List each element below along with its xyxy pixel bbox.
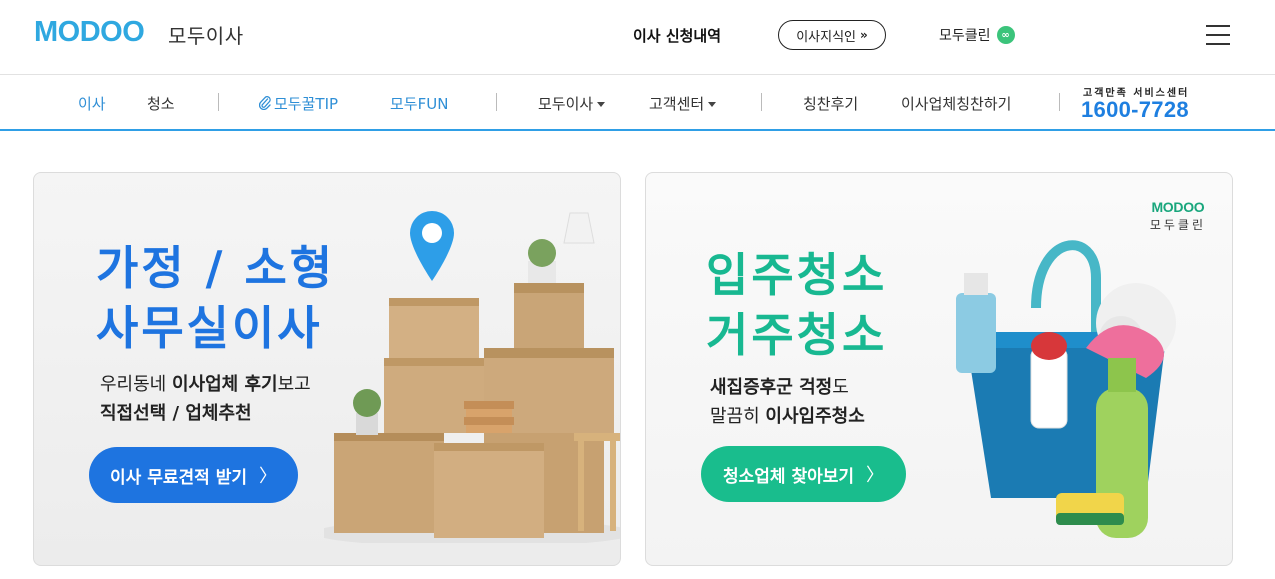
free-moving-quote-label: 이사 무료견적 받기: [110, 467, 247, 488]
moving-knowledge-button[interactable]: 이사지식인 »: [778, 20, 886, 50]
cleaning-desc-bold: 이사입주청소: [765, 406, 865, 427]
nav-item-tips[interactable]: 모두꿀TIP: [259, 93, 338, 114]
cleaning-desc-text: 말끔히: [710, 406, 766, 427]
modoo-clean-link[interactable]: 모두클린 ∞: [939, 25, 1015, 45]
moving-headline-line1: 가정 / 소형: [96, 241, 336, 295]
moving-desc-text: 보고: [277, 374, 311, 395]
moving-desc-line2: 직접선택 / 업체추천: [100, 403, 252, 424]
find-cleaning-company-button[interactable]: 청소업체 찾아보기 〉: [701, 446, 906, 502]
moving-banner-card[interactable]: 가정 / 소형 사무실이사 우리동네 이사업체 후기보고 직접선택 / 업체추천…: [33, 172, 621, 566]
modoo-clean-label: 모두클린: [939, 28, 991, 44]
double-chevron-icon: »: [860, 28, 868, 42]
infinity-icon: ∞: [996, 26, 1015, 44]
nav-dropdown-label: 고객센터: [649, 95, 705, 113]
menu-line: [1206, 34, 1230, 36]
logo-subtitle[interactable]: 모두이사: [168, 20, 244, 49]
moving-description: 우리동네 이사업체 후기보고 직접선택 / 업체추천: [100, 370, 311, 428]
modoo-logo[interactable]: MODOO: [34, 15, 145, 48]
move-history-link[interactable]: 이사 신청내역: [633, 25, 721, 46]
nav-divider: [496, 93, 497, 111]
moving-desc-bold: 이사업체 후기: [171, 374, 278, 395]
cleaning-description: 새집증후군 걱정도 말끔히 이사입주청소: [710, 373, 865, 431]
caret-down-icon: [597, 102, 606, 107]
nav-item-praise-company[interactable]: 이사업체칭찬하기: [901, 93, 1011, 114]
logo-wordmark: MODOO: [34, 15, 145, 48]
cleaning-desc-text: 도: [832, 377, 849, 398]
cleaning-banner-card[interactable]: MODOO 모두클린 입주청소 거주청소 새집증후군 걱정도 말끔히 이사입주청…: [645, 172, 1233, 566]
chevron-right-icon: 〉: [866, 465, 885, 486]
moving-headline-line2: 사무실이사: [96, 301, 323, 355]
chevron-right-icon: 〉: [258, 466, 277, 487]
nav-item-reviews[interactable]: 칭찬후기: [803, 93, 858, 114]
customer-service-phone[interactable]: 1600-7728: [1081, 97, 1189, 123]
main-nav: 이사 청소 모두꿀TIP 모두FUN 모두이사 고객센터 칭찬후기 이사업체칭찬…: [0, 75, 1275, 131]
caret-down-icon: [708, 102, 717, 107]
cleaning-bucket-illustration: [956, 240, 1176, 538]
top-header: MODOO 모두이사 이사 신청내역 이사지식인 » 모두클린 ∞: [0, 0, 1275, 75]
cleaning-headline-line1: 입주청소: [706, 248, 888, 302]
nav-item-customer-center-dropdown[interactable]: 고객센터: [649, 93, 717, 114]
nav-divider: [761, 93, 762, 111]
nav-item-tips-label: 모두꿀TIP: [274, 95, 339, 113]
nav-item-fun[interactable]: 모두FUN: [390, 93, 448, 114]
cleaning-headline-line2: 거주청소: [706, 308, 888, 362]
menu-line: [1206, 25, 1230, 27]
find-cleaning-company-label: 청소업체 찾아보기: [722, 466, 855, 487]
mini-logo-wordmark: MODOO: [1151, 199, 1205, 215]
moving-knowledge-label: 이사지식인: [796, 29, 857, 45]
nav-divider: [218, 93, 219, 111]
nav-item-modoo-moving-dropdown[interactable]: 모두이사: [538, 93, 606, 114]
nav-item-cleaning[interactable]: 청소: [147, 93, 175, 114]
moving-desc-text: 우리동네: [100, 374, 172, 395]
paperclip-icon: [259, 96, 271, 110]
cleaning-desc-bold: 새집증후군 걱정: [710, 377, 833, 398]
menu-line: [1206, 43, 1230, 45]
nav-divider: [1059, 93, 1060, 111]
nav-item-moving[interactable]: 이사: [78, 93, 106, 114]
moving-boxes-illustration: [324, 211, 620, 543]
hamburger-menu-icon[interactable]: [1206, 25, 1230, 45]
nav-dropdown-label: 모두이사: [538, 95, 594, 113]
free-moving-quote-button[interactable]: 이사 무료견적 받기 〉: [89, 447, 298, 503]
